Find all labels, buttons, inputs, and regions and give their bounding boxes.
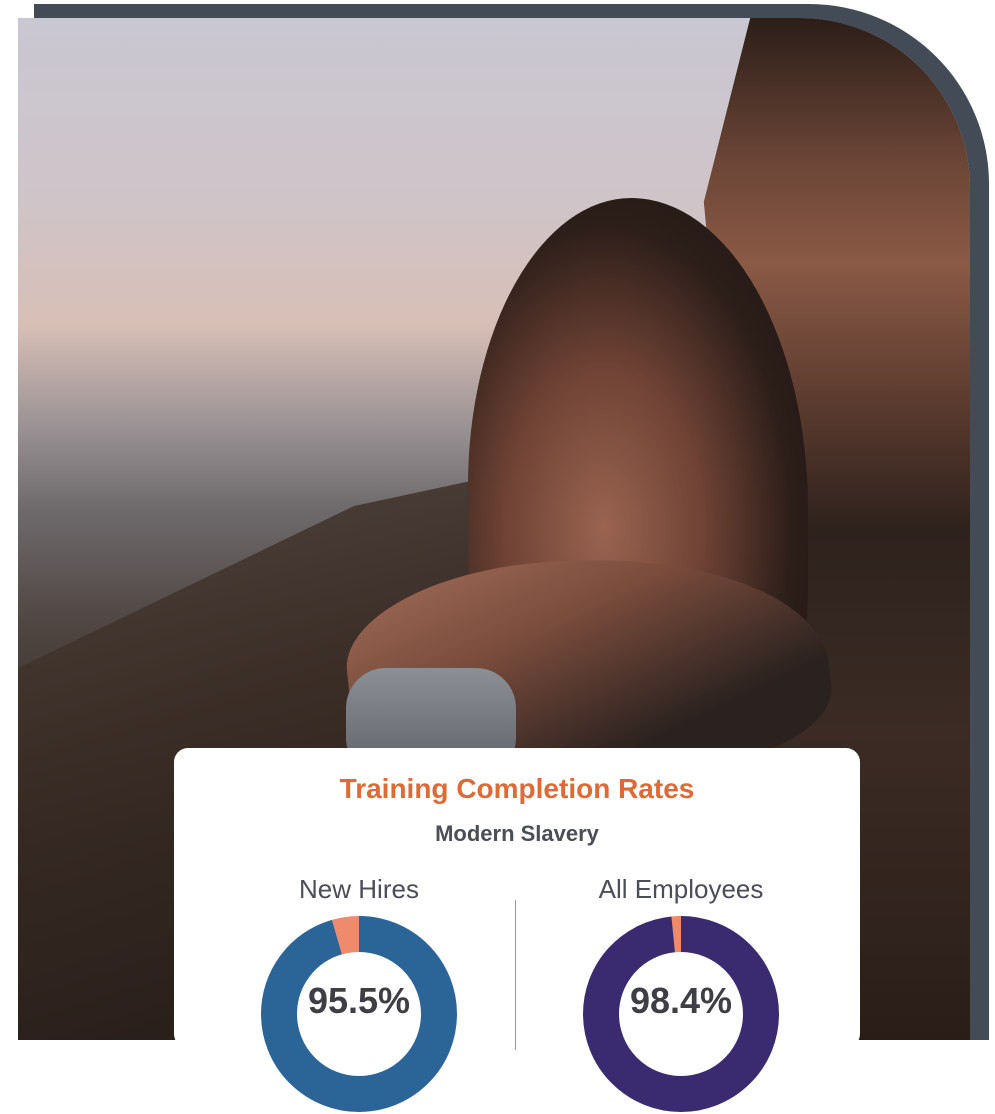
new-hires-percent: 95.5%: [307, 980, 411, 1021]
divider: [515, 900, 516, 1050]
all-employees-percent: 98.4%: [629, 980, 733, 1021]
card-title: Training Completion Rates: [339, 773, 695, 804]
card-subtitle: Modern Slavery: [435, 821, 599, 846]
new-hires-label: New Hires: [299, 874, 419, 904]
new-hires-column: New Hires 95.5%: [229, 874, 489, 1112]
all-employees-column: All Employees 98.4%: [551, 874, 811, 1112]
all-employees-label: All Employees: [598, 874, 764, 904]
training-card: Training Completion Rates Modern Slavery…: [174, 748, 860, 1112]
